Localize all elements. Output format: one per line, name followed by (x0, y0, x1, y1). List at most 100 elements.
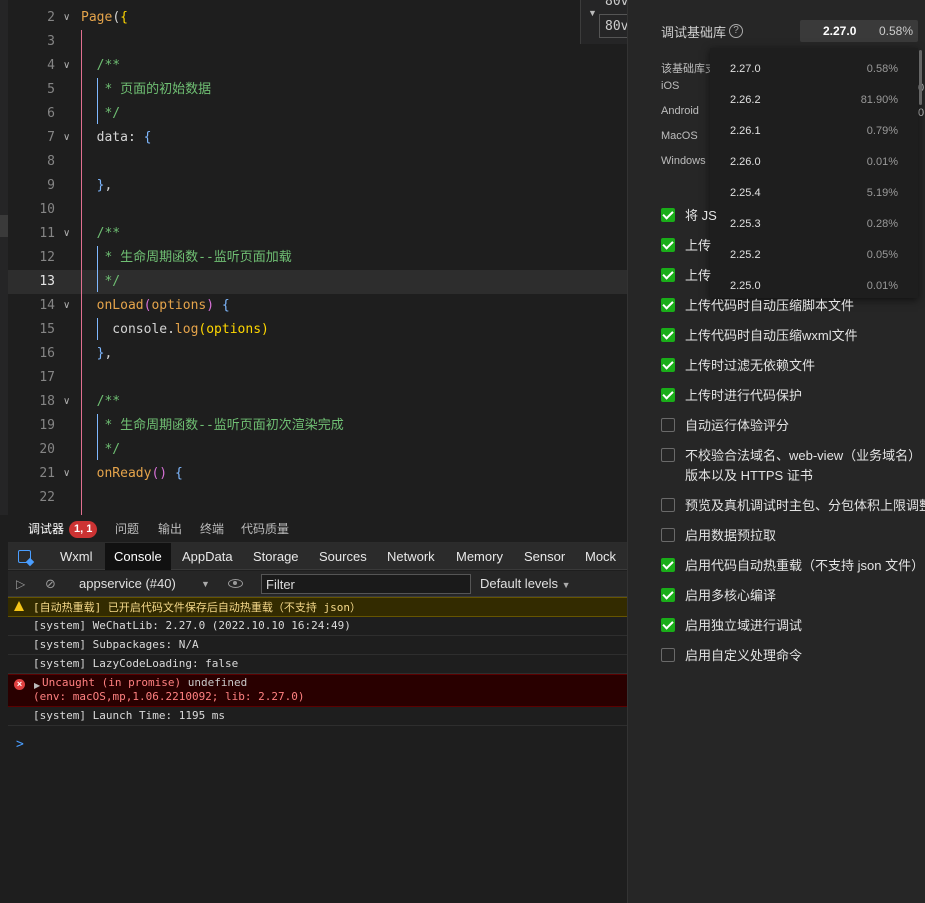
code-line: 20 */ (8, 438, 627, 462)
setting-option[interactable]: 自动运行体验评分 (661, 414, 925, 436)
devtools-tab-appdata[interactable]: AppData (182, 543, 233, 570)
settings-panel: 调试基础库? 2.27.0 0.58% 该基础库支 iOS Android MacOS Win… (627, 0, 925, 903)
checkbox[interactable] (661, 498, 675, 512)
version-option[interactable]: 2.27.0 0.58% (710, 54, 918, 85)
code-text: /** (81, 54, 121, 78)
checkbox[interactable] (661, 388, 675, 402)
fold-chevron-icon[interactable]: ∨ (63, 390, 70, 414)
sidebar-toggle-icon[interactable]: ▷ (16, 577, 25, 591)
setting-option[interactable]: 上传时进行代码保护 (661, 384, 925, 406)
checkbox[interactable] (661, 268, 675, 282)
checkbox[interactable] (661, 448, 675, 462)
tooltip-text-1: 80v (605, 0, 629, 9)
code-text: onLoad(options) { (81, 294, 230, 318)
version-option[interactable]: 2.26.2 81.90% (710, 85, 918, 116)
devtools-tab-mock[interactable]: Mock (585, 543, 616, 570)
setting-option[interactable]: 将 JS (661, 204, 925, 226)
setting-label: 启用代码自动热重载（不支持 json 文件） (685, 558, 925, 573)
code-text: }, (81, 174, 113, 198)
code-line: 19 * 生命周期函数--监听页面初次渲染完成 (8, 414, 627, 438)
checkbox[interactable] (661, 588, 675, 602)
devtools-tab-sensor[interactable]: Sensor (524, 543, 565, 570)
devtools-tab-wxml[interactable]: Wxml (60, 543, 93, 570)
fold-chevron-icon[interactable]: ∨ (63, 222, 70, 246)
tab-code-quality[interactable]: 代码质量 (241, 515, 289, 543)
indent-guide (97, 78, 98, 124)
version-option[interactable]: 2.26.1 0.79% (710, 116, 918, 147)
fold-chevron-icon[interactable]: ∨ (63, 6, 70, 30)
fold-chevron-icon[interactable]: ∨ (63, 126, 70, 150)
setting-option[interactable]: 上传 (661, 234, 925, 256)
eye-icon[interactable] (228, 579, 243, 588)
version-number: 2.27.0 (730, 63, 761, 75)
devtools-tab-storage[interactable]: Storage (253, 543, 299, 570)
code-line: 12 * 生命周期函数--监听页面加载 (8, 246, 627, 270)
code-text: Page({ (81, 6, 128, 30)
devtools-tab-sources[interactable]: Sources (319, 543, 367, 570)
tab-terminal[interactable]: 终端 (200, 515, 224, 543)
base-library-select[interactable]: 2.27.0 0.58% (800, 20, 918, 42)
code-token: (options) (198, 322, 269, 337)
line-number: 21 (39, 466, 55, 481)
code-line: 4 ∨ /** (8, 54, 627, 78)
setting-label: 自动运行体验评分 (685, 418, 790, 433)
tab-debugger[interactable]: 调试器 (28, 515, 64, 543)
tab-output[interactable]: 输出 (158, 515, 182, 543)
devtools-tab-network[interactable]: Network (387, 543, 435, 570)
code-text: console.log(options) (81, 318, 269, 342)
line-number: 7 (47, 130, 55, 145)
checkbox[interactable] (661, 618, 675, 632)
line-number: 8 (47, 154, 55, 169)
platform-value: 0, (918, 107, 925, 119)
filter-input[interactable] (261, 574, 471, 594)
line-number: 19 (39, 418, 55, 433)
setting-option[interactable]: 启用自定义处理命令 (661, 644, 925, 666)
setting-option[interactable]: 启用多核心编译 (661, 584, 925, 606)
setting-option[interactable]: 启用数据预拉取 (661, 524, 925, 546)
selected-percent: 0.58% (878, 24, 913, 38)
devtools-tab-memory[interactable]: Memory (456, 543, 503, 570)
help-icon[interactable]: ? (729, 24, 743, 38)
setting-option[interactable]: 启用代码自动热重载（不支持 json 文件） (661, 554, 925, 576)
setting-option[interactable]: 上传 (661, 264, 925, 286)
checkbox[interactable] (661, 648, 675, 662)
code-token: , (104, 346, 113, 361)
setting-option[interactable]: 启用独立域进行调试 (661, 614, 925, 636)
code-editor[interactable]: 2 ∨ Page({3 4 ∨ /** 5 * 页面的初始数据 6 */7 ∨ data: {… (8, 0, 627, 515)
setting-option[interactable]: 上传代码时自动压缩wxml文件 (661, 324, 925, 346)
checkbox[interactable] (661, 418, 675, 432)
clear-console-icon[interactable]: ⊘ (45, 576, 56, 592)
checkbox[interactable] (661, 298, 675, 312)
checkbox[interactable] (661, 208, 675, 222)
setting-option[interactable]: 上传代码时自动压缩脚本文件 (661, 294, 925, 316)
fold-chevron-icon[interactable]: ∨ (63, 54, 70, 78)
checkbox[interactable] (661, 238, 675, 252)
setting-option[interactable]: 上传时过滤无依赖文件 (661, 354, 925, 376)
context-select[interactable]: appservice (#40) (79, 571, 176, 597)
chevron-down-icon[interactable]: ▼ (201, 571, 210, 597)
chevron-down-icon: ▼ (588, 8, 597, 18)
checkbox[interactable] (661, 358, 675, 372)
checkbox[interactable] (661, 328, 675, 342)
line-number: 9 (47, 178, 55, 193)
setting-option[interactable]: 不校验合法域名、web-view（业务域名） 版本以及 HTTPS 证书 (661, 444, 925, 486)
levels-select[interactable]: Default levels ▼ (480, 571, 571, 597)
line-number: 10 (39, 202, 55, 217)
activity-strip (0, 0, 8, 515)
code-text: * 页面的初始数据 (81, 78, 211, 102)
checkbox[interactable] (661, 558, 675, 572)
tab-problems[interactable]: 问题 (115, 515, 139, 543)
inspect-element-icon[interactable] (18, 550, 31, 563)
line-number: 17 (39, 370, 55, 385)
code-token: */ (81, 442, 121, 457)
checkbox[interactable] (661, 528, 675, 542)
console-prompt-icon[interactable]: > (16, 737, 24, 752)
setting-label: 将 JS (685, 208, 717, 223)
devtools-tab-console[interactable]: Console (105, 543, 171, 570)
fold-chevron-icon[interactable]: ∨ (63, 294, 70, 318)
version-option[interactable]: 2.26.0 0.01% (710, 147, 918, 178)
setting-option[interactable]: 预览及真机调试时主包、分包体积上限调整 (661, 494, 925, 516)
fold-chevron-icon[interactable]: ∨ (63, 462, 70, 486)
scrollbar[interactable] (919, 50, 922, 105)
version-dropdown: 2.27.0 0.58% 2.26.2 81.90% 2.26.1 0.79% 2.26.0… (710, 48, 918, 298)
